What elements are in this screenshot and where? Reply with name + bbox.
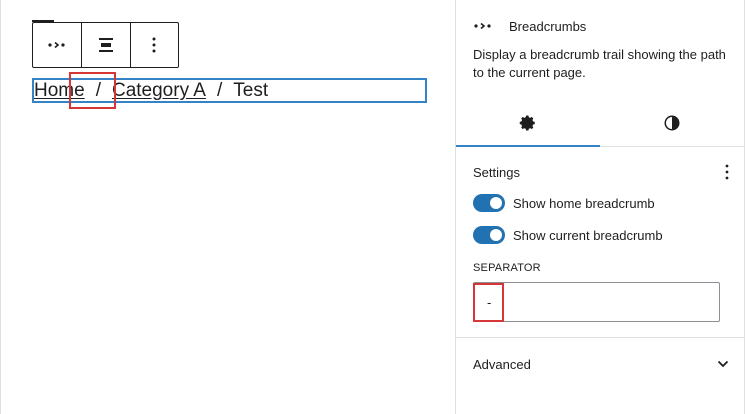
separator-input[interactable]: - [473, 282, 720, 322]
toggle-show-current[interactable]: Show current breadcrumb [473, 226, 663, 244]
settings-panel-header: Settings [473, 160, 729, 184]
contrast-icon [664, 115, 680, 130]
breadcrumb-current: Test [233, 80, 269, 101]
separator-label: SEPARATOR [473, 262, 541, 274]
tab-settings[interactable] [456, 99, 600, 147]
settings-title: Settings [473, 164, 520, 180]
advanced-panel-toggle[interactable]: Advanced [473, 352, 729, 376]
breadcrumb-separator: / [216, 80, 223, 101]
sidebar-tabs [456, 99, 744, 147]
toggle-switch[interactable] [473, 194, 505, 212]
block-description: Display a breadcrumb trail showing the p… [473, 47, 726, 80]
more-vertical-icon[interactable] [725, 164, 729, 180]
settings-sidebar: Breadcrumbs Display a breadcrumb trail s… [455, 0, 745, 414]
editor-canvas: Home / Category A / Test [0, 0, 456, 414]
gear-icon [519, 115, 535, 130]
highlight-box [473, 283, 504, 322]
more-vertical-icon [152, 37, 156, 53]
block-card: Breadcrumbs Display a breadcrumb trail s… [473, 16, 729, 82]
toggle-show-home[interactable]: Show home breadcrumb [473, 194, 655, 212]
more-options-button[interactable] [129, 23, 178, 67]
align-button[interactable] [81, 23, 129, 67]
block-type-button[interactable] [33, 23, 81, 67]
breadcrumbs-icon [474, 22, 491, 30]
block-toolbar [32, 22, 179, 68]
breadcrumbs-icon [48, 41, 65, 49]
advanced-title: Advanced [473, 356, 531, 372]
toggle-switch[interactable] [473, 226, 505, 244]
align-center-icon [99, 38, 113, 52]
highlight-box [69, 72, 116, 109]
toggle-label: Show current breadcrumb [513, 227, 663, 243]
tab-styles[interactable] [600, 99, 744, 146]
toggle-label: Show home breadcrumb [513, 195, 655, 211]
panel-divider [456, 337, 744, 338]
chevron-down-icon [717, 360, 729, 368]
breadcrumb-link-category[interactable]: Category A [112, 80, 206, 101]
block-title: Breadcrumbs [509, 18, 587, 34]
